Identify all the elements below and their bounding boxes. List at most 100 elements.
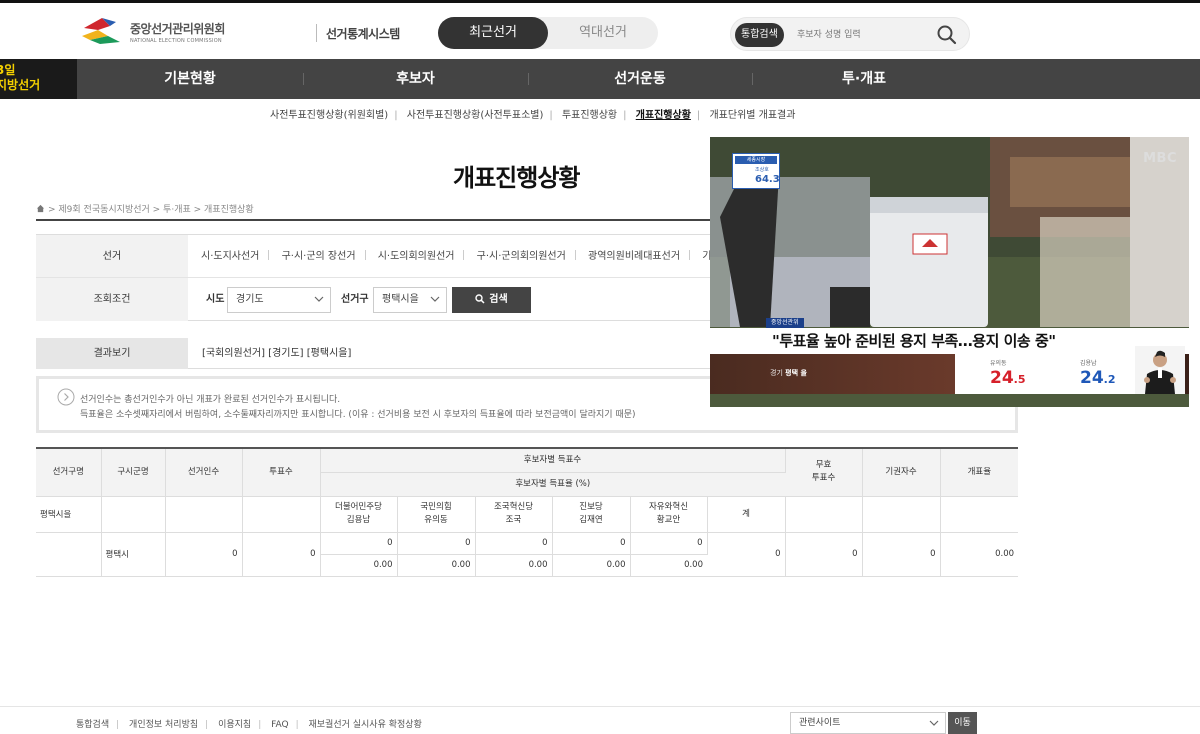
related-sites-select[interactable]: 관련사이트 <box>790 712 946 734</box>
badge-value: 64.3 <box>755 174 780 185</box>
candidate-header: 더불어민주당김용남 <box>320 496 398 533</box>
col-gusigun: 구시군명 <box>101 447 166 497</box>
election-day-badge[interactable]: 3일 지방선거 <box>0 59 77 99</box>
footer-link[interactable]: 개인정보 처리방침 <box>129 720 198 730</box>
region-district: 평택 을 <box>785 369 807 377</box>
sido-select[interactable]: 경기도 <box>227 287 331 313</box>
chevron-down-icon <box>314 296 324 302</box>
candidate-name: 김용남 <box>346 515 371 525</box>
footer-divider <box>0 706 1200 707</box>
related-sites-go-button[interactable]: 이동 <box>948 712 977 734</box>
table-cell <box>101 496 166 533</box>
footer-divider-mark: | <box>116 720 120 730</box>
notice-line-2: 득표율은 소수셋째자리에서 버림하여, 소수둘째자리까지만 표시합니다. (이유… <box>80 410 636 420</box>
table-cell <box>165 496 243 533</box>
footer-link[interactable]: 재보궐선거 실시사유 확정상황 <box>308 720 421 730</box>
candidate-search-input[interactable] <box>797 24 927 46</box>
election-label: 선거 <box>36 235 188 277</box>
news-video-player[interactable]: 세종시장 조상호 64.3 MBC 중앙선관위 "투표율 높아 준비된 용지 부… <box>710 137 1189 407</box>
election-type-list: 시·도지사선거 구·시·군의 장선거 시·도의회의원선거 구·시·군의회의원선거… <box>201 235 711 278</box>
table-cell <box>940 496 1019 533</box>
result-view-text: [국회의원선거] [경기도] [평택시을] <box>202 348 352 359</box>
sub-nav: 사전투표진행상황(위원회별) | 사전투표진행상황(사전투표소별) | 투표진행상황… <box>270 106 795 121</box>
subnav-count-results[interactable]: 개표단위별 개표결과 <box>709 106 795 121</box>
search-scope-tag[interactable]: 통합검색 <box>735 23 784 47</box>
subnav-early-vote-station[interactable]: 사전투표진행상황(사전투표소별) <box>407 106 544 121</box>
footer-divider-mark: | <box>205 720 209 730</box>
election-type-option[interactable]: 구·시·군의회의원선거 <box>477 235 566 278</box>
home-icon[interactable] <box>36 204 45 213</box>
subnav-divider: | <box>549 110 553 121</box>
badge-name: 조상호 <box>755 167 769 173</box>
score-int: 24 <box>990 368 1014 388</box>
main-nav: 3일 지방선거 기본현황 후보자 선거운동 투·개표 <box>0 59 1200 99</box>
caption-tag: 중앙선관위 <box>766 318 804 328</box>
footer-link[interactable]: 통합검색 <box>76 720 109 730</box>
election-type-option[interactable]: 시·도의회의원선거 <box>378 235 455 278</box>
score-panel: 유의동 24.5 김용남 24.2 <box>955 354 1135 394</box>
recent-election-button[interactable]: 최근선거 <box>438 17 548 49</box>
system-name: 선거통계시스템 <box>326 27 400 41</box>
site-logo[interactable]: 중앙선거관리위원회 NATIONAL ELECTION COMMISSION 선… <box>80 14 400 50</box>
candidate-party: 자유와혁신 <box>648 502 689 512</box>
candidate-name: 조국 <box>505 515 522 525</box>
footer-link[interactable]: FAQ <box>271 720 288 730</box>
vote-cell: 0 <box>320 532 398 555</box>
col-candidate-rate: 후보자별 득표율 (%) <box>320 472 786 497</box>
condition-label: 조회조건 <box>36 278 188 321</box>
candidate-header: 자유와혁신 황교안 <box>630 496 708 533</box>
option-divider <box>364 250 366 260</box>
district-select[interactable]: 평택시을 <box>373 287 447 313</box>
subnav-vote-progress[interactable]: 투표진행상황 <box>562 106 617 121</box>
search-button[interactable]: 검색 <box>452 287 531 313</box>
candidate-2-name: 김용남 <box>1080 360 1097 367</box>
related-sites-label: 관련사이트 <box>799 718 841 728</box>
search-icon[interactable] <box>936 24 958 46</box>
voters-cell: 0 <box>242 532 321 577</box>
election-type-option[interactable]: 시·도지사선거 <box>201 235 259 278</box>
table-cell <box>785 496 863 533</box>
nav-candidates[interactable]: 후보자 <box>303 59 528 99</box>
results-table: 선거구명 구시군명 선거인수 투표수 후보자별 득표수 무효 투표수 기권자수 … <box>36 447 1019 577</box>
candidate-name: 유의동 <box>424 515 448 525</box>
past-election-button[interactable]: 역대선거 <box>548 17 658 49</box>
nav-campaign[interactable]: 선거운동 <box>528 59 752 99</box>
election-type-option[interactable]: 광역의원비례대표선거 <box>588 235 680 278</box>
score-dec: .2 <box>1103 373 1116 386</box>
sign-language-interpreter <box>1135 346 1185 394</box>
subnav-divider: | <box>623 110 627 121</box>
badge-title: 세종시장 <box>735 156 777 164</box>
candidate-header: 국민의힘 유의동 <box>397 496 476 533</box>
global-search: 통합검색 <box>730 17 970 51</box>
sido-label: 시도 <box>206 294 225 305</box>
lower-third: 경기 평택 을 유의동 24.5 김용남 24.2 <box>710 354 1189 394</box>
abstain-cell: 0 <box>862 532 941 577</box>
org-name-en: NATIONAL ELECTION COMMISSION <box>130 38 222 44</box>
candidate-header: 조국혁신당조국 <box>475 496 553 533</box>
footer-divider-mark: | <box>258 720 262 730</box>
breadcrumb: > 제9회 전국동시지방선거 > 투·개표 > 개표진행상황 <box>36 202 254 215</box>
candidate-party: 더불어민주당 <box>335 502 382 512</box>
total-cell: 0 <box>707 532 786 577</box>
col-candidate-votes: 후보자별 득표수 <box>320 447 786 473</box>
rate-cell: 0.00 <box>630 554 707 577</box>
score-int: 24 <box>1080 368 1104 388</box>
election-type-option[interactable]: 구·시·군의 장선거 <box>282 235 356 278</box>
candidate-party: 조국혁신당 <box>493 502 534 512</box>
col-electors: 선거인수 <box>165 447 243 497</box>
nav-vote-count[interactable]: 투·개표 <box>752 59 976 99</box>
vote-cell: 0 <box>475 532 553 555</box>
search-icon <box>475 294 485 304</box>
subnav-early-vote-committee[interactable]: 사전투표진행상황(위원회별) <box>270 106 388 121</box>
footer-link[interactable]: 이용지침 <box>218 720 251 730</box>
option-divider <box>268 250 270 260</box>
subnav-count-progress[interactable]: 개표진행상황 <box>636 106 691 121</box>
logo-divider <box>316 24 317 42</box>
count-rate-cell: 0.00 <box>940 532 1019 577</box>
caption-text: "투표율 높아 준비된 용지 부족…용지 이송 중" <box>772 332 1056 350</box>
vote-cell: 0 <box>552 532 631 555</box>
candidate-name: 김재연 <box>579 515 603 525</box>
nav-basic-status[interactable]: 기본현황 <box>77 59 303 99</box>
rate-cell: 0.00 <box>397 554 476 577</box>
top-border <box>0 0 1200 3</box>
